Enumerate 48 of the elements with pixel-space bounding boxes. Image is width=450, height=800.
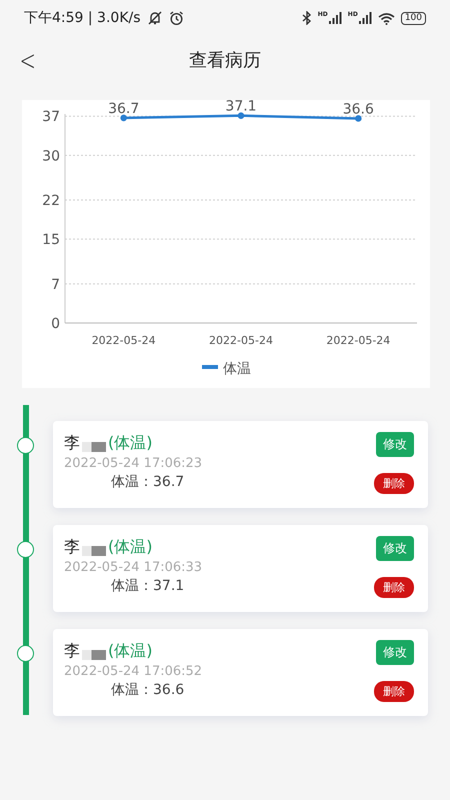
delete-button[interactable]: 删除 xyxy=(374,577,414,598)
delete-button[interactable]: 删除 xyxy=(374,473,414,494)
edit-button[interactable]: 修改 xyxy=(376,536,414,561)
bell-muted-icon xyxy=(146,11,163,25)
record-type: (体温) xyxy=(108,537,152,558)
redacted-mark xyxy=(82,442,106,452)
edit-button[interactable]: 修改 xyxy=(376,432,414,457)
temperature-reading: 体温：37.1 xyxy=(111,577,186,595)
data-label: 36.6 xyxy=(342,101,374,118)
legend-swatch xyxy=(202,365,218,369)
patient-name: 李 xyxy=(64,641,80,662)
x-tick-label: 2022-05-24 xyxy=(92,334,156,347)
legend-label: 体温 xyxy=(223,361,251,377)
x-tick-label: 2022-05-24 xyxy=(209,334,273,347)
record-time: 2022-05-24 17:06:52 xyxy=(64,664,202,679)
record-type: (体温) xyxy=(108,433,152,454)
data-label: 37.1 xyxy=(225,100,257,115)
patient-name: 李 xyxy=(64,537,80,558)
record-time: 2022-05-24 17:06:23 xyxy=(64,456,202,471)
delete-button[interactable]: 删除 xyxy=(374,681,414,702)
wifi-icon xyxy=(378,12,395,24)
signal-icon xyxy=(328,12,342,24)
status-time: 下午4:59 | 3.0K/s xyxy=(24,9,141,27)
record-type: (体温) xyxy=(108,641,152,662)
patient-name: 李 xyxy=(64,433,80,454)
y-tick-label: 37 xyxy=(42,109,60,126)
y-tick-label: 30 xyxy=(42,148,60,164)
bluetooth-icon xyxy=(302,11,312,25)
y-tick-label: 7 xyxy=(51,276,60,293)
data-label: 36.7 xyxy=(108,100,140,117)
redacted-mark xyxy=(82,650,106,660)
y-tick-label: 22 xyxy=(42,193,60,210)
temperature-reading: 体温：36.6 xyxy=(111,681,186,699)
record-time: 2022-05-24 17:06:33 xyxy=(64,560,202,575)
y-tick-label: 15 xyxy=(42,232,60,248)
page-title: 查看病历 xyxy=(189,49,261,72)
x-tick-label: 2022-05-24 xyxy=(326,334,390,347)
data-point xyxy=(355,115,362,122)
data-point xyxy=(238,112,244,119)
signal-icon xyxy=(358,12,372,24)
battery-indicator: 100 xyxy=(400,12,426,24)
y-tick-label: 0 xyxy=(51,316,60,332)
data-point xyxy=(120,114,127,122)
alarm-icon xyxy=(168,10,184,26)
temperature-reading: 体温：36.7 xyxy=(111,473,186,491)
redacted-mark xyxy=(82,546,106,556)
edit-button[interactable]: 修改 xyxy=(376,640,414,665)
back-button[interactable]: < xyxy=(16,44,39,77)
